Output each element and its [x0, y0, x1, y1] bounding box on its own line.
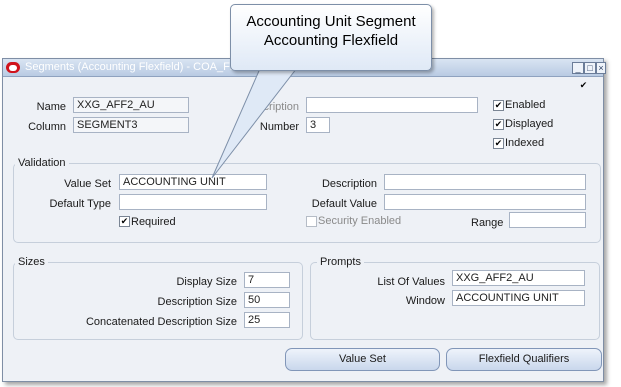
name-field[interactable]: XXG_AFF2_AU — [73, 97, 189, 113]
list-of-values-field[interactable]: XXG_AFF2_AU — [452, 270, 585, 286]
validation-title: Validation — [15, 157, 69, 169]
window-prompt-label: Window — [405, 295, 445, 307]
minimize-icon[interactable]: _ — [572, 62, 584, 74]
value-set-button[interactable]: Value Set — [285, 348, 440, 371]
indexed-label: Indexed — [505, 137, 545, 149]
window-prompt-field[interactable]: ACCOUNTING UNIT — [452, 290, 585, 306]
description-field[interactable] — [306, 97, 478, 113]
segments-window: Segments (Accounting Flexfield) - COA_FL… — [2, 58, 606, 382]
enabled-label: Enabled — [505, 99, 546, 111]
default-type-field[interactable] — [119, 194, 267, 210]
security-enabled-label: Security Enabled — [318, 215, 402, 227]
display-size-field[interactable]: 7 — [244, 272, 290, 288]
value-set-field[interactable]: ACCOUNTING UNIT — [119, 174, 267, 190]
validation-description-field[interactable] — [384, 174, 586, 190]
list-of-values-label: List Of Values — [377, 276, 445, 288]
value-set-label: Value Set — [64, 178, 111, 190]
prompts-title: Prompts — [317, 256, 364, 268]
displayed-label: Displayed — [505, 118, 554, 130]
sizes-title: Sizes — [15, 256, 48, 268]
callout-line-2: Accounting Flexfield — [263, 32, 399, 49]
number-field[interactable]: 3 — [306, 117, 330, 133]
concatenated-size-label: Concatenated Description Size — [85, 316, 237, 328]
indexed-checkbox[interactable]: ✔ — [493, 138, 504, 149]
close-icon[interactable]: × — [596, 62, 606, 74]
security-enabled-checkbox[interactable] — [306, 216, 317, 227]
displayed-checkbox[interactable]: ✔ — [493, 119, 504, 130]
default-value-label: Default Value — [311, 198, 377, 210]
range-field[interactable] — [509, 212, 586, 228]
required-checkbox[interactable]: ✔ — [119, 216, 130, 227]
oracle-logo-icon — [6, 62, 20, 73]
callout-box: Accounting Unit Segment Accounting Flexf… — [230, 4, 432, 71]
default-value-field[interactable] — [384, 194, 586, 210]
display-size-label: Display Size — [176, 276, 237, 288]
validation-description-label: Description — [321, 178, 377, 190]
description-label: Description — [244, 101, 300, 113]
column-label: Column — [28, 121, 66, 133]
enabled-checkbox[interactable]: ✔ — [493, 100, 504, 111]
top-checkmark-icon: ✔ — [579, 80, 588, 90]
number-label: Number — [259, 121, 299, 133]
default-type-label: Default Type — [49, 198, 111, 210]
description-size-label: Description Size — [157, 296, 237, 308]
description-size-field[interactable]: 50 — [244, 292, 290, 308]
column-field[interactable]: SEGMENT3 — [73, 117, 189, 133]
concatenated-size-field[interactable]: 25 — [244, 312, 290, 328]
callout-line-1: Accounting Unit Segment — [246, 13, 416, 30]
required-label: Required — [131, 216, 176, 228]
maximize-icon[interactable]: □ — [584, 62, 596, 74]
name-label: Name — [36, 101, 66, 113]
range-label: Range — [471, 217, 504, 229]
flexfield-qualifiers-button[interactable]: Flexfield Qualifiers — [446, 348, 602, 371]
